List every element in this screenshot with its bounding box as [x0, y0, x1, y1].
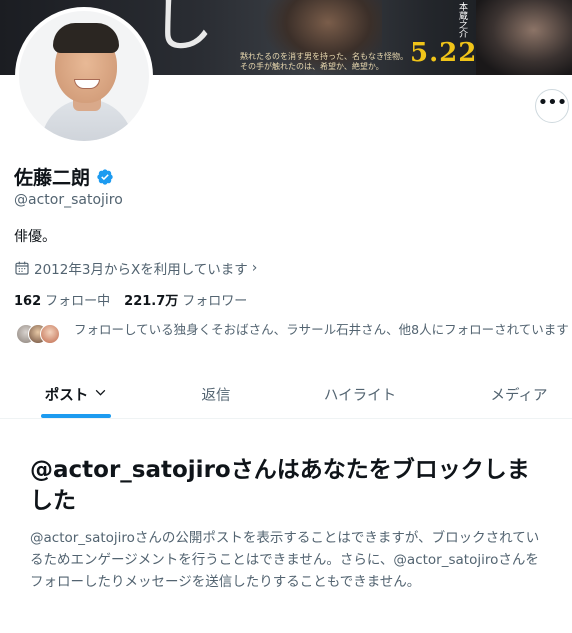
profile-tabs: ポスト 返信 ハイライト メディア — [0, 370, 572, 419]
display-name: 佐藤二朗 — [14, 167, 91, 189]
profile-avatar[interactable] — [15, 7, 153, 145]
banner-release-date: 5.22 — [410, 38, 478, 68]
chevron-right-icon: › — [251, 260, 258, 276]
blocked-notice: @actor_satojiroさんはあなたをブロックしました @actor_sa… — [30, 455, 550, 593]
more-horizontal-icon: ••• — [537, 92, 568, 113]
tab-posts-label: ポスト — [44, 387, 89, 404]
tab-highlights[interactable]: ハイライト — [310, 370, 410, 418]
joined-date[interactable]: 2012年3月からXを利用しています › — [14, 258, 257, 278]
profile-bio: 俳優。 — [14, 229, 56, 245]
active-tab-indicator — [41, 414, 111, 418]
tab-posts[interactable]: ポスト — [30, 370, 122, 418]
following-label: フォロー中 — [45, 294, 111, 309]
blocked-notice-title: @actor_satojiroさんはあなたをブロックしました — [30, 457, 530, 514]
tab-media[interactable]: メディア — [476, 370, 562, 418]
profile-name-row: 佐藤二朗 — [14, 163, 114, 190]
tab-media-label: メディア — [490, 387, 548, 404]
banner-title-glyph: し — [150, 0, 214, 61]
following-link[interactable]: 162 フォロー中 — [14, 290, 110, 309]
chevron-down-icon — [94, 386, 107, 402]
known-followers-avatars — [16, 324, 70, 346]
calendar-icon — [15, 261, 29, 275]
follow-stats: 162 フォロー中 221.7万 フォロワー — [14, 290, 247, 309]
avatar — [40, 324, 60, 344]
banner-portrait-image — [476, 0, 572, 75]
verified-badge-icon[interactable] — [96, 168, 114, 186]
banner-vertical-text: 本蔵之介 — [457, 2, 467, 38]
tab-replies-label: 返信 — [201, 387, 231, 404]
known-followers-text: フォローしている独身くそおばさん、ラサール石井さん、他8人にフォローされています — [74, 322, 569, 337]
tab-highlights-label: ハイライト — [323, 387, 397, 404]
more-options-button[interactable]: ••• — [535, 89, 569, 123]
blocked-notice-description: @actor_satojiroさんの公開ポストを表示することはできますが、ブロッ… — [30, 530, 540, 590]
profile-handle: @actor_satojiro — [14, 192, 123, 208]
tab-replies[interactable]: 返信 — [176, 370, 256, 418]
followers-label: フォロワー — [182, 294, 248, 309]
followers-count: 221.7万 — [124, 294, 179, 309]
following-count: 162 — [14, 294, 42, 309]
joined-label: 2012年3月からXを利用しています — [34, 262, 248, 278]
followers-link[interactable]: 221.7万 フォロワー — [124, 290, 247, 309]
known-followers[interactable]: フォローしている独身くそおばさん、ラサール石井さん、他8人にフォローされています — [16, 322, 572, 354]
